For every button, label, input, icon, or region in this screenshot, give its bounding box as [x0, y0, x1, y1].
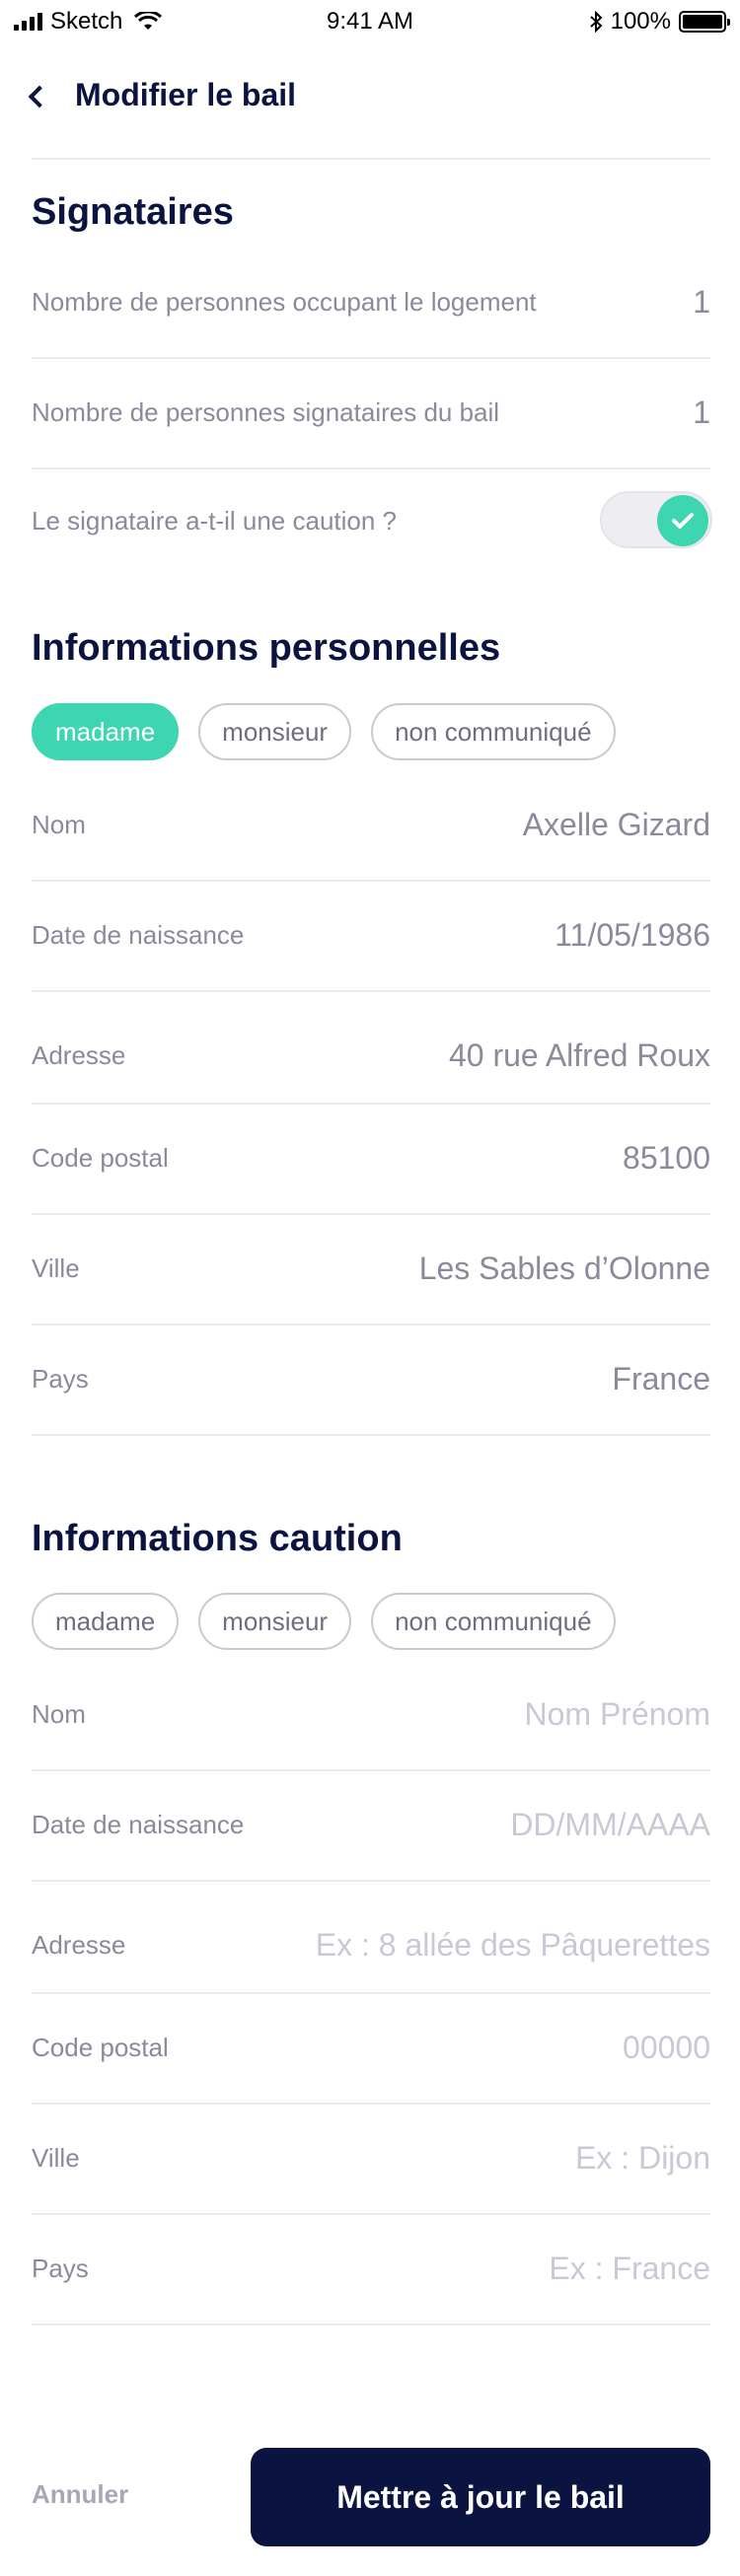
field-input[interactable]: Ex : 8 allée des Pâquerettes: [316, 1927, 710, 1964]
chevron-left-icon[interactable]: [28, 85, 51, 107]
field-nom[interactable]: Nom Axelle Gizard: [32, 803, 710, 846]
field-label: Adresse: [32, 1929, 126, 1960]
field-label: Code postal: [32, 2032, 169, 2062]
row-label: Nombre de personnes signataires du bail: [32, 396, 500, 427]
divider: [32, 2103, 710, 2105]
field-ville[interactable]: Ville Les Sables d’Olonne: [32, 1247, 710, 1290]
chip-madame[interactable]: madame: [32, 1593, 180, 1650]
divider: [32, 357, 710, 359]
update-lease-button[interactable]: Mettre à jour le bail: [251, 2448, 710, 2546]
check-icon: [672, 513, 694, 529]
battery-percent: 100%: [610, 8, 671, 35]
section-title-perso: Informations personnelles: [32, 627, 501, 669]
field-value[interactable]: Les Sables d’Olonne: [419, 1251, 710, 1287]
field-value[interactable]: 40 rue Alfred Roux: [449, 1038, 710, 1074]
field-adresse[interactable]: Adresse 40 rue Alfred Roux: [32, 1034, 710, 1077]
signataires-count[interactable]: 1: [693, 394, 710, 431]
row-signataires[interactable]: Nombre de personnes signataires du bail …: [32, 393, 710, 432]
field-label: Adresse: [32, 1039, 126, 1070]
divider: [32, 1880, 710, 1882]
field-input[interactable]: DD/MM/AAAA: [510, 1807, 710, 1843]
field-label: Code postal: [32, 1142, 169, 1173]
chip-monsieur[interactable]: monsieur: [198, 1593, 352, 1650]
divider: [32, 880, 710, 882]
battery-group: 100%: [589, 8, 730, 36]
field-label: Nom: [32, 809, 86, 839]
field-label: Nom: [32, 1698, 86, 1729]
field-input[interactable]: Ex : France: [549, 2251, 710, 2287]
row-occupants[interactable]: Nombre de personnes occupant le logement…: [32, 282, 710, 322]
civility-chips-caution: madame monsieur non communiqué: [32, 1593, 616, 1650]
field-label: Pays: [32, 2253, 89, 2283]
caution-field-code-postal[interactable]: Code postal 00000: [32, 2026, 710, 2069]
cancel-button[interactable]: Annuler: [32, 2479, 128, 2510]
field-date-naissance[interactable]: Date de naissance 11/05/1986: [32, 913, 710, 957]
row-label: Le signataire a-t-il une caution ?: [32, 505, 398, 536]
field-label: Pays: [32, 1363, 89, 1394]
field-input[interactable]: 00000: [623, 2030, 710, 2066]
divider: [32, 2213, 710, 2215]
field-label: Date de naissance: [32, 1809, 245, 1839]
field-value[interactable]: France: [612, 1361, 710, 1397]
divider: [32, 158, 710, 160]
battery-icon: [679, 11, 730, 33]
caution-field-date-naissance[interactable]: Date de naissance DD/MM/AAAA: [32, 1803, 710, 1846]
divider: [32, 1769, 710, 1771]
divider: [32, 1324, 710, 1325]
toggle-knob: [657, 495, 708, 546]
caution-field-nom[interactable]: Nom Nom Prénom: [32, 1692, 710, 1736]
field-label: Date de naissance: [32, 919, 245, 950]
divider: [32, 990, 710, 992]
civility-chips-perso: madame monsieur non communiqué: [32, 703, 616, 760]
section-title-caution: Informations caution: [32, 1518, 403, 1559]
divider: [32, 467, 710, 469]
divider: [32, 2324, 710, 2326]
field-code-postal[interactable]: Code postal 85100: [32, 1136, 710, 1180]
field-input[interactable]: Ex : Dijon: [575, 2140, 710, 2177]
chip-monsieur[interactable]: monsieur: [198, 703, 352, 760]
field-label: Ville: [32, 2142, 80, 2173]
field-pays[interactable]: Pays France: [32, 1357, 710, 1400]
bluetooth-icon: [589, 11, 603, 33]
divider: [32, 1103, 710, 1105]
section-title-signataires: Signataires: [32, 191, 234, 233]
caution-toggle[interactable]: [600, 491, 712, 548]
page-title: Modifier le bail: [75, 77, 297, 112]
occupants-count[interactable]: 1: [693, 284, 710, 321]
nav-back[interactable]: Modifier le bail: [28, 77, 297, 113]
field-value[interactable]: 85100: [623, 1140, 710, 1177]
row-caution: Le signataire a-t-il une caution ?: [32, 501, 584, 540]
row-label: Nombre de personnes occupant le logement: [32, 286, 537, 317]
chip-madame[interactable]: madame: [32, 703, 180, 760]
caution-field-ville[interactable]: Ville Ex : Dijon: [32, 2136, 710, 2180]
status-bar: Sketch 9:41 AM 100%: [0, 0, 740, 39]
caution-field-adresse[interactable]: Adresse Ex : 8 allée des Pâquerettes: [32, 1923, 710, 1967]
caution-field-pays[interactable]: Pays Ex : France: [32, 2247, 710, 2290]
divider: [32, 1434, 710, 1436]
field-value[interactable]: Axelle Gizard: [523, 807, 710, 843]
chip-non-communique[interactable]: non communiqué: [371, 1593, 616, 1650]
field-label: Ville: [32, 1252, 80, 1283]
chip-non-communique[interactable]: non communiqué: [371, 703, 616, 760]
divider: [32, 1992, 710, 1994]
divider: [32, 1213, 710, 1215]
field-input[interactable]: Nom Prénom: [525, 1696, 711, 1733]
field-value[interactable]: 11/05/1986: [555, 917, 710, 954]
